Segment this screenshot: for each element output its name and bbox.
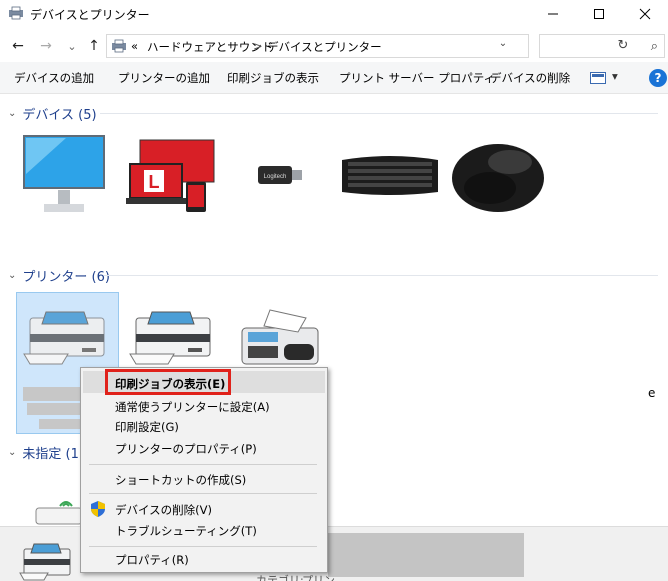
menu-item-remove-device[interactable]: デバイスの削除(V) (115, 502, 212, 518)
group-divider (104, 275, 658, 276)
search-box[interactable]: ⌕ (539, 34, 665, 58)
breadcrumb-devices-printers[interactable]: デバイスとプリンター (267, 39, 382, 55)
add-device-button[interactable]: デバイスの追加 (14, 70, 94, 86)
view-options-icon[interactable] (590, 72, 606, 84)
devices-and-printers-window: デバイスとプリンター ← → ⌄ ↑ « ハードウェアとサウンド > デバイスと… (0, 0, 668, 581)
add-printer-button[interactable]: プリンターの追加 (118, 70, 210, 86)
breadcrumb-prefix[interactable]: « (131, 39, 138, 53)
printers-group-header[interactable]: ⌄ プリンター (6) (8, 265, 110, 285)
menu-separator (89, 493, 317, 494)
devices-printers-app-icon (9, 6, 23, 20)
back-button[interactable]: ← (8, 36, 28, 56)
printer-context-menu: 印刷ジョブの表示(E) 通常使うプリンターに設定(A) 印刷設定(G) プリンタ… (80, 367, 328, 573)
print-server-properties-button[interactable]: プリント サーバー プロパティ (339, 70, 495, 86)
keyboard-icon[interactable] (340, 152, 440, 198)
fax-icon[interactable] (236, 308, 328, 370)
close-icon (639, 8, 651, 20)
recent-locations-button[interactable]: ⌄ (62, 36, 82, 56)
forward-button[interactable]: → (36, 36, 56, 56)
truncated-text: e (648, 386, 656, 400)
close-button[interactable] (622, 0, 668, 28)
uac-shield-icon (91, 501, 105, 517)
remove-device-button[interactable]: デバイスの削除 (490, 70, 570, 86)
printer-icon[interactable] (22, 310, 108, 366)
printers-group-label: プリンター (6) (22, 269, 110, 285)
menu-item-set-default-printer[interactable]: 通常使うプリンターに設定(A) (115, 399, 270, 415)
view-menu-chevron[interactable]: ▾ (612, 69, 618, 83)
printer-icon (19, 543, 71, 581)
see-print-jobs-button[interactable]: 印刷ジョブの表示 (227, 70, 319, 86)
router-device-icon[interactable] (34, 496, 84, 526)
search-input[interactable] (544, 38, 640, 54)
unspecified-group-label: 未指定 (1 (22, 446, 79, 462)
window-title: デバイスとプリンター (30, 8, 150, 22)
usb-receiver-icon[interactable]: Logitech (256, 160, 306, 190)
search-icon: ⌕ (650, 39, 658, 54)
command-bar: デバイスの追加 プリンターの追加 印刷ジョブの表示 プリント サーバー プロパテ… (0, 62, 668, 94)
chevron-down-icon: ⌄ (8, 446, 17, 458)
title-bar: デバイスとプリンター (0, 0, 668, 28)
mouse-icon[interactable] (450, 138, 546, 214)
menu-item-create-shortcut[interactable]: ショートカットの作成(S) (115, 472, 246, 488)
devices-group-header[interactable]: ⌄ デバイス (5) (8, 103, 97, 123)
devices-group-label: デバイス (5) (22, 107, 97, 123)
unspecified-group-header[interactable]: ⌄ 未指定 (1 (8, 442, 79, 462)
menu-item-see-print-jobs[interactable]: 印刷ジョブの表示(E) (115, 376, 225, 392)
up-button[interactable]: ↑ (84, 36, 104, 56)
minimize-button[interactable] (530, 0, 576, 28)
menu-item-troubleshoot[interactable]: トラブルシューティング(T) (115, 523, 257, 539)
laptop-badge-text: L (149, 172, 160, 192)
monitor-icon[interactable] (22, 134, 106, 218)
group-divider (100, 113, 658, 114)
laptop-and-devices-icon[interactable]: L (126, 138, 218, 214)
control-panel-icon (112, 39, 126, 53)
chevron-down-icon: ⌄ (8, 107, 17, 119)
navigation-bar: ← → ⌄ ↑ « ハードウェアとサウンド > デバイスとプリンター ⌄ ↻ ⌕ (0, 32, 668, 60)
printer-icon[interactable] (128, 310, 214, 366)
minimize-icon (548, 13, 558, 15)
address-bar[interactable]: « ハードウェアとサウンド > デバイスとプリンター ⌄ ↻ (106, 34, 628, 58)
menu-separator (89, 464, 317, 465)
help-button[interactable]: ? (649, 69, 667, 87)
maximize-icon (594, 9, 604, 19)
category-label: カテゴリ: (256, 574, 304, 581)
menu-item-printer-properties[interactable]: プリンターのプロパティ(P) (115, 441, 257, 457)
menu-item-properties[interactable]: プロパティ(R) (115, 552, 189, 568)
maximize-button[interactable] (576, 0, 622, 28)
redacted-details (328, 533, 524, 577)
usb-brand-label: Logitech (264, 174, 287, 180)
category-value: プリン (302, 574, 335, 581)
menu-item-printing-preferences[interactable]: 印刷設定(G) (115, 419, 179, 435)
breadcrumb-separator: > (253, 39, 263, 53)
chevron-down-icon: ⌄ (8, 269, 17, 281)
menu-separator (89, 546, 317, 547)
address-dropdown-icon[interactable]: ⌄ (496, 38, 510, 54)
